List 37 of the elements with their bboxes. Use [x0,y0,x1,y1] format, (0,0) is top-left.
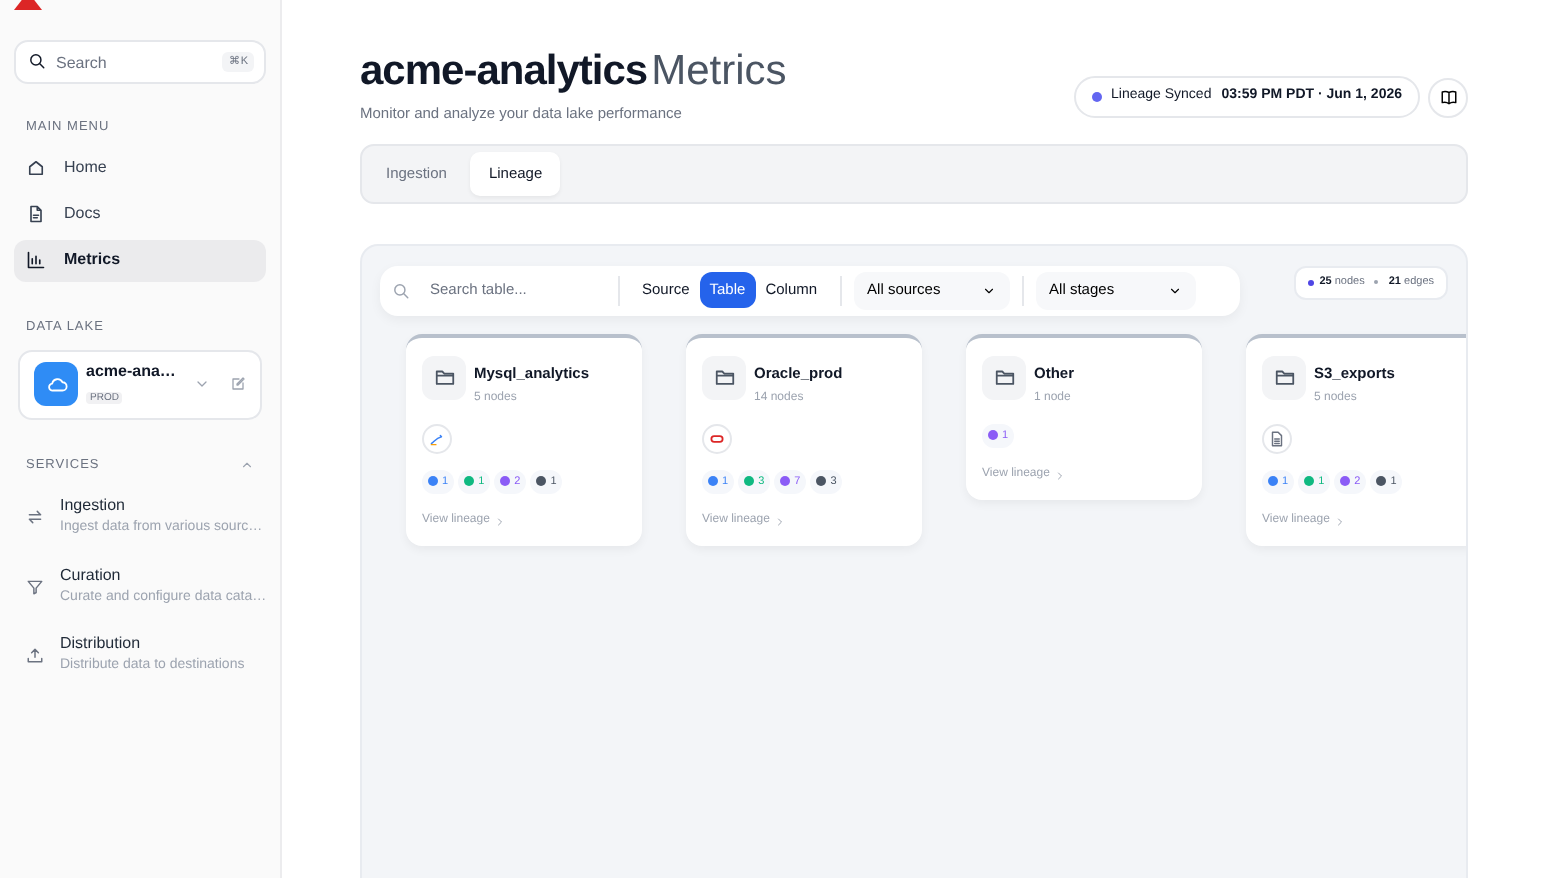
search-icon [392,281,410,300]
menu-item[interactable]: Metrics [14,239,266,282]
data-lake-name: acme-ana… [86,360,178,384]
search-icon [28,52,46,70]
folder-icon [1273,366,1295,389]
docs-button[interactable] [1428,77,1468,117]
cloud-icon [45,373,67,395]
chevron-right-icon [493,515,506,528]
chevron-right-icon [773,515,786,528]
book-icon [1439,88,1457,106]
page-title: acme-analytics [360,48,648,95]
funnel-icon [26,577,44,595]
database-icon [428,429,446,448]
page-title-suffix: Metrics [651,48,787,95]
status-dot [1307,279,1314,286]
chart-icon [26,250,46,271]
edit-icon[interactable] [230,376,246,392]
home-icon [26,158,46,179]
chevron-up-icon[interactable] [240,457,254,472]
chevron-down-icon [981,283,996,298]
menu-item[interactable]: Home [14,147,266,190]
menu-item[interactable]: Docs [14,193,266,236]
service-title[interactable]: Ingestion [60,494,263,519]
file-icon [1268,429,1286,448]
folder-icon [993,366,1015,389]
folder-icon [713,366,735,389]
arrows-icon [26,508,44,526]
chevron-down-icon [194,376,210,392]
document-icon [26,204,46,225]
ring-icon [708,429,726,448]
service-title[interactable]: Curation [60,563,267,588]
chevron-right-icon [1053,469,1066,482]
chevron-down-icon [1167,283,1182,298]
folder-icon [433,366,455,389]
chevron-right-icon [1333,515,1346,528]
service-title[interactable]: Distribution [60,632,245,657]
upload-icon [26,646,44,664]
